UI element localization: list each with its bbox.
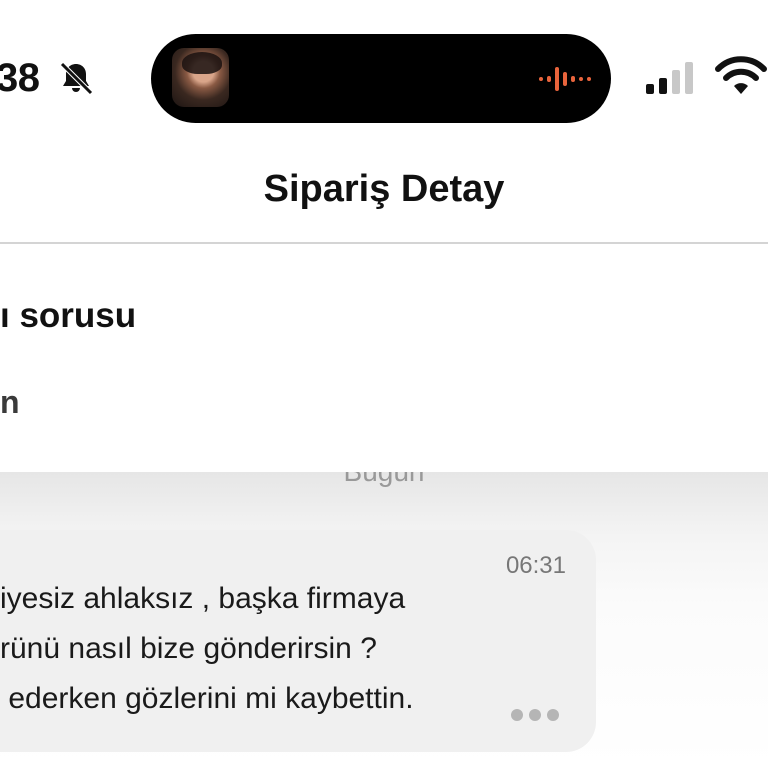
- page-title: Sipariş Detay: [263, 168, 505, 210]
- topic-title: ı sorusu: [0, 296, 137, 335]
- topic-subtitle: n: [0, 384, 20, 420]
- status-time: 38: [0, 56, 40, 100]
- chat-area[interactable]: Bugün 06:31 iyesiz ahlaksız , başka firm…: [0, 472, 768, 768]
- message-line: ederken gözlerini mi kaybettin.: [0, 682, 414, 715]
- message-bubble[interactable]: 06:31 iyesiz ahlaksız , başka firmaya rü…: [0, 530, 596, 752]
- more-dots-icon[interactable]: [510, 708, 560, 722]
- message-time: 06:31: [505, 552, 566, 579]
- bell-slash-icon: [60, 62, 93, 95]
- nav-divider: [0, 242, 768, 244]
- wifi-icon: [715, 56, 767, 94]
- album-art-thumbnail[interactable]: [172, 48, 229, 107]
- date-separator: Bugün: [0, 472, 768, 488]
- message-line: iyesiz ahlaksız , başka firmaya: [0, 582, 406, 615]
- cellular-signal-icon: [646, 62, 693, 94]
- audio-waveform-icon: [539, 67, 591, 91]
- dynamic-island[interactable]: [151, 34, 611, 123]
- message-text: iyesiz ahlaksız , başka firmaya rünü nas…: [0, 574, 414, 724]
- message-line: rünü nasıl bize gönderirsin ?: [0, 632, 377, 665]
